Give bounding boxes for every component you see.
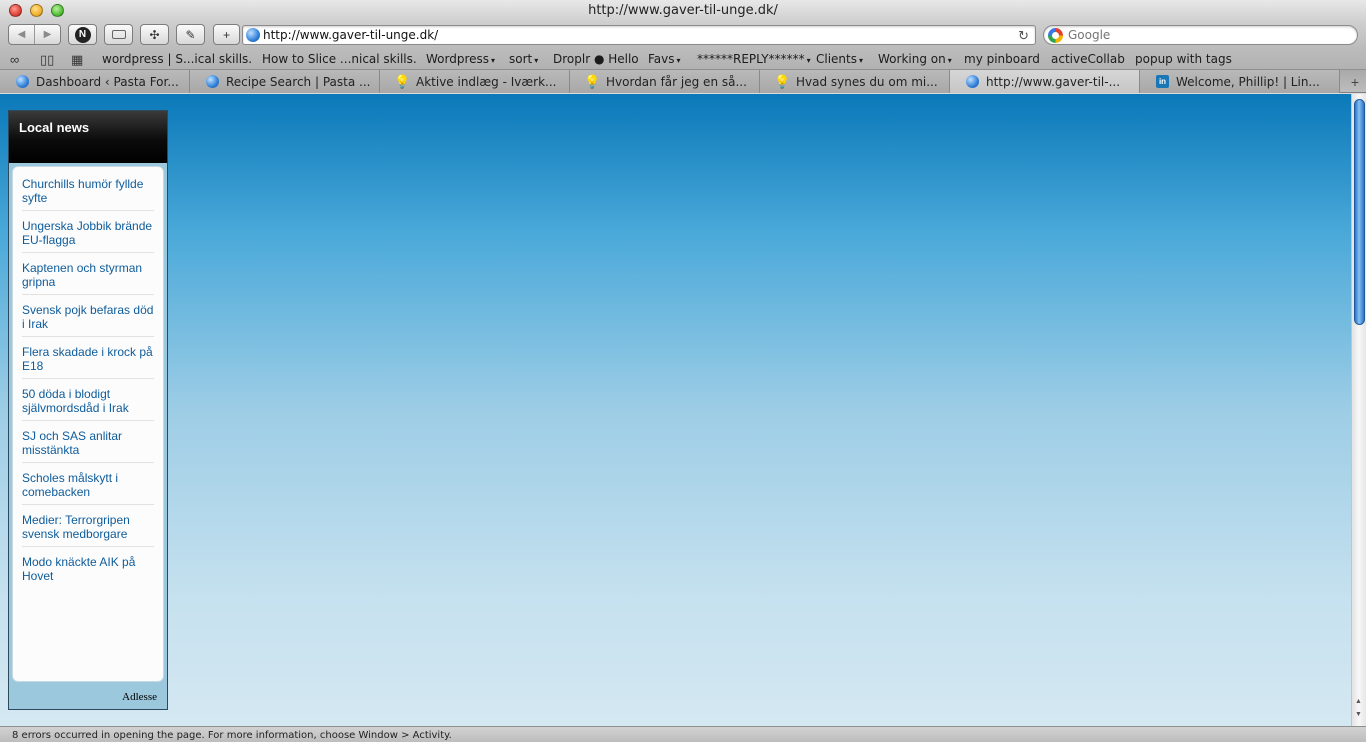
search-input[interactable] — [1068, 27, 1348, 43]
search-bar — [1043, 25, 1358, 45]
local-news-widget: Local news Churchills humör fyllde syfte… — [8, 110, 168, 710]
open-book-icon[interactable]: ▯▯ — [40, 52, 54, 68]
bookmark-item[interactable]: popup with tags — [1135, 51, 1232, 67]
n-logo-icon: N — [74, 26, 91, 43]
bookmark-folder[interactable]: sort ▾ — [509, 51, 538, 69]
news-link[interactable]: Medier: Terrorgripen svensk medborgare — [22, 513, 154, 547]
tab-hvordan[interactable]: 💡 Hvordan får jeg en så... — [570, 70, 760, 93]
address-bar[interactable]: http://www.gaver-til-unge.dk/ ↻ — [242, 25, 1036, 45]
widget-title: Local news — [19, 120, 90, 135]
reading-glasses-icon[interactable]: ∞ — [10, 52, 19, 67]
bookmarks-bar: ∞ ▯▯ ▦ wordpress | S...ical skills. How … — [0, 48, 1366, 70]
news-link[interactable]: 50 döda i blodigt självmordsdåd i Irak — [22, 387, 154, 421]
lightbulb-icon: 💡 — [584, 73, 601, 89]
vertical-scrollbar[interactable]: ▲ ▼ — [1351, 94, 1366, 726]
n-extension-button[interactable]: N — [68, 24, 97, 45]
bookmark-folder[interactable]: Clients ▾ — [816, 51, 863, 69]
scroll-down-icon[interactable]: ▼ — [1355, 711, 1362, 718]
bookmark-folder[interactable]: Wordpress ▾ — [426, 51, 495, 69]
news-list: Churchills humör fyllde syfte Ungerska J… — [12, 166, 164, 682]
news-link[interactable]: Modo knäckte AIK på Hovet — [22, 555, 154, 588]
news-link[interactable]: Svensk pojk befaras död i Irak — [22, 303, 154, 337]
status-bar: 8 errors occurred in opening the page. F… — [0, 726, 1366, 742]
back-forward-buttons: ◀ ▶ — [8, 24, 61, 45]
new-tab-button[interactable]: + — [1344, 70, 1366, 93]
tab-linkedin[interactable]: in Welcome, Phillip! | Lin... — [1140, 70, 1340, 93]
globe-icon — [246, 28, 260, 42]
tab-bar: Dashboard ‹ Pasta For... Recipe Search |… — [0, 70, 1366, 93]
globe-icon — [16, 75, 29, 88]
bookmark-folder[interactable]: ******REPLY****** ▾ — [697, 51, 811, 69]
widget-credit[interactable]: Adlesse — [122, 691, 157, 703]
tab-dashboard[interactable]: Dashboard ‹ Pasta For... — [0, 70, 190, 93]
linkedin-icon: in — [1156, 75, 1169, 88]
google-icon[interactable] — [1048, 28, 1063, 43]
bookmark-item[interactable]: wordpress | S...ical skills. — [102, 51, 252, 67]
widget-header: Local news — [9, 111, 167, 163]
bookmark-folder[interactable]: Working on ▾ — [878, 51, 952, 69]
bookmark-item[interactable]: activeCollab — [1051, 51, 1125, 67]
bookmark-item[interactable]: my pinboard — [964, 51, 1040, 67]
bookmark-item[interactable]: How to Slice ...nical skills. — [262, 51, 417, 67]
tab-recipe-search[interactable]: Recipe Search | Pasta ... — [190, 70, 380, 93]
tab-hvad-synes[interactable]: 💡 Hvad synes du om mi... — [760, 70, 950, 93]
news-link[interactable]: SJ och SAS anlitar misstänkta — [22, 429, 154, 463]
reload-icon[interactable]: ↻ — [1018, 26, 1029, 45]
close-window-button[interactable] — [9, 4, 22, 17]
browser-toolbar: ◀ ▶ N ✣ ✎ + http://www.gaver-til-unge.dk… — [0, 22, 1366, 48]
window-title: http://www.gaver-til-unge.dk/ — [588, 3, 778, 18]
zoom-window-button[interactable] — [51, 4, 64, 17]
globe-icon — [966, 75, 979, 88]
bookmark-item[interactable]: Droplr ● Hello — [553, 51, 639, 67]
edit-button[interactable]: ✎ — [176, 24, 205, 45]
tab-gaver-til-unge[interactable]: http://www.gaver-til-... — [950, 70, 1140, 93]
plus-icon: + — [1350, 73, 1360, 90]
lightbulb-icon: 💡 — [774, 73, 791, 89]
add-bookmark-button[interactable]: + — [213, 24, 240, 45]
status-text: 8 errors occurred in opening the page. F… — [12, 730, 452, 741]
scrollbar-thumb[interactable] — [1354, 99, 1365, 325]
news-link[interactable]: Flera skadade i krock på E18 — [22, 345, 154, 379]
minimize-window-button[interactable] — [30, 4, 43, 17]
news-link[interactable]: Scholes målskytt i comebacken — [22, 471, 154, 505]
back-button[interactable]: ◀ — [9, 25, 34, 44]
news-link[interactable]: Churchills humör fyllde syfte — [22, 177, 154, 211]
plus-icon: + — [222, 27, 230, 42]
scroll-up-icon[interactable]: ▲ — [1355, 698, 1362, 705]
tools-button[interactable]: ✣ — [140, 24, 169, 45]
grid-icon[interactable]: ▦ — [71, 52, 83, 68]
globe-icon — [206, 75, 219, 88]
forward-button[interactable]: ▶ — [34, 25, 60, 44]
pen-icon: ✎ — [185, 27, 196, 42]
address-url: http://www.gaver-til-unge.dk/ — [263, 28, 439, 42]
view-button[interactable] — [104, 24, 133, 45]
page-content: Local news Churchills humör fyllde syfte… — [0, 94, 1351, 726]
window-icon — [111, 30, 126, 39]
news-link[interactable]: Kaptenen och styrman gripna — [22, 261, 154, 295]
tab-aktive-indlaeg[interactable]: 💡 Aktive indlæg - Iværk... — [380, 70, 570, 93]
bookmark-folder[interactable]: Favs ▾ — [648, 51, 681, 69]
tools-icon: ✣ — [149, 27, 160, 42]
lightbulb-icon: 💡 — [394, 73, 411, 89]
news-link[interactable]: Ungerska Jobbik brände EU-flagga — [22, 219, 154, 253]
window-titlebar: http://www.gaver-til-unge.dk/ — [0, 0, 1366, 22]
